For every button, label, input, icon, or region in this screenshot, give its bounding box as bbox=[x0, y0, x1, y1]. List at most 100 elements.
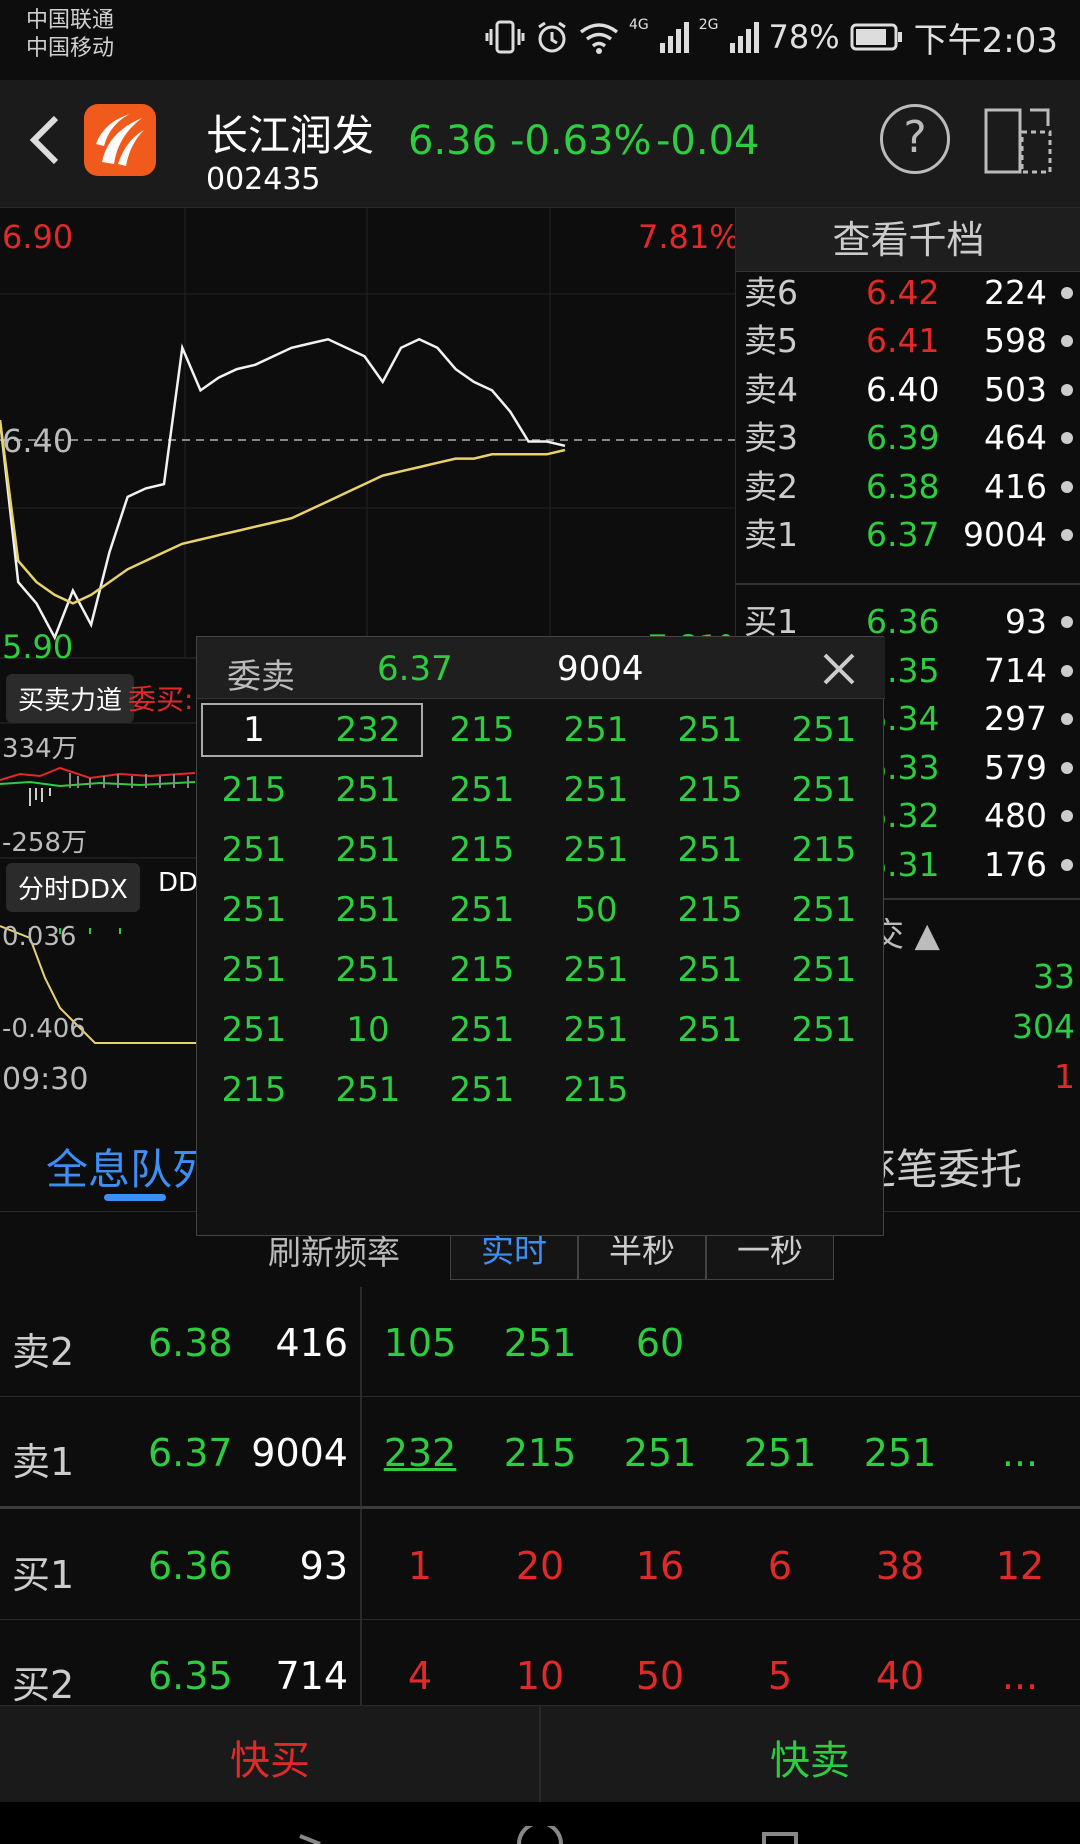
queue-order[interactable]: 6 bbox=[720, 1544, 840, 1588]
popup-order-cell[interactable]: 251 bbox=[653, 1003, 767, 1057]
popup-order-cell[interactable]: 251 bbox=[539, 703, 653, 757]
orderbook-row[interactable]: 卖1 6.37 9004 bbox=[736, 511, 1080, 559]
change-amount: -0.04 bbox=[656, 118, 760, 164]
queue-price: 6.38 bbox=[148, 1321, 233, 1365]
queue-order[interactable]: 10 bbox=[480, 1654, 600, 1698]
queue-order[interactable]: 16 bbox=[600, 1544, 720, 1588]
popup-order-cell[interactable]: 215 bbox=[425, 943, 539, 997]
queue-order[interactable]: 1 bbox=[360, 1544, 480, 1588]
power-indicator-button[interactable]: 买卖力道 bbox=[6, 674, 135, 723]
popup-order-cell[interactable]: 232 bbox=[311, 703, 425, 757]
popup-order-cell[interactable]: 251 bbox=[767, 1003, 881, 1057]
orderbook-row[interactable]: 卖4 6.40 503 bbox=[736, 366, 1080, 414]
queue-row[interactable]: 卖2 6.38 416 105 251 60 bbox=[0, 1287, 1080, 1397]
popup-order-cell[interactable]: 251 bbox=[539, 763, 653, 817]
popup-order-cell[interactable]: 215 bbox=[653, 883, 767, 937]
queue-order[interactable]: 12 bbox=[960, 1544, 1080, 1588]
popup-order-cell[interactable]: 251 bbox=[425, 763, 539, 817]
popup-order-cell[interactable]: 215 bbox=[197, 1063, 311, 1117]
popup-order-cell[interactable]: 251 bbox=[311, 883, 425, 937]
queue-row[interactable]: 卖1 6.37 9004 232 215 251 251 251... bbox=[0, 1397, 1080, 1507]
queue-order[interactable]: 215 bbox=[480, 1431, 600, 1475]
dot-icon bbox=[1061, 810, 1073, 822]
popup-order-cell[interactable]: 215 bbox=[425, 823, 539, 877]
popup-order-cell[interactable]: 215 bbox=[539, 1063, 653, 1117]
popup-order-cell[interactable]: 251 bbox=[767, 703, 881, 757]
quick-sell-button[interactable]: 快卖 bbox=[540, 1728, 1080, 1786]
popup-order-cell[interactable]: 10 bbox=[311, 1003, 425, 1057]
popup-order-cell[interactable]: 251 bbox=[653, 943, 767, 997]
popup-order-cell[interactable]: 251 bbox=[425, 883, 539, 937]
close-icon[interactable] bbox=[817, 647, 861, 691]
queue-order[interactable]: 251 bbox=[480, 1321, 600, 1365]
nav-home-icon[interactable] bbox=[515, 1826, 565, 1844]
popup-order-cell[interactable]: 251 bbox=[539, 1003, 653, 1057]
popup-order-cell[interactable]: 251 bbox=[653, 703, 767, 757]
queue-order[interactable]: 251 bbox=[720, 1431, 840, 1475]
popup-order-cell[interactable]: 251 bbox=[311, 1063, 425, 1117]
nav-recents-icon[interactable] bbox=[760, 1830, 800, 1844]
orderbook-row[interactable]: 卖6 6.42 224 bbox=[736, 269, 1080, 317]
nav-back-icon[interactable] bbox=[290, 1830, 330, 1844]
queue-order[interactable]: 38 bbox=[840, 1544, 960, 1588]
popup-order-cell[interactable]: 251 bbox=[539, 943, 653, 997]
view-depth-button[interactable]: 查看千档 bbox=[736, 208, 1080, 272]
help-icon[interactable]: ? bbox=[880, 104, 950, 174]
popup-order-cell[interactable]: 251 bbox=[425, 1063, 539, 1117]
popup-order-cell[interactable]: 251 bbox=[653, 823, 767, 877]
trade-volume: 33 bbox=[1033, 957, 1075, 996]
orderbook-row[interactable]: 卖2 6.38 416 bbox=[736, 463, 1080, 511]
queue-order[interactable]: 5 bbox=[720, 1654, 840, 1698]
popup-order-cell[interactable]: 251 bbox=[197, 883, 311, 937]
popup-order-cell[interactable]: 215 bbox=[767, 823, 881, 877]
popup-order-cell[interactable]: 251 bbox=[197, 943, 311, 997]
orderbook-level-label: 卖4 bbox=[744, 369, 798, 409]
queue-order[interactable]: 4 bbox=[360, 1654, 480, 1698]
signal-icon-2 bbox=[729, 22, 759, 53]
popup-order-cell[interactable]: 251 bbox=[311, 823, 425, 877]
orderbook-price: 6.42 bbox=[866, 272, 940, 312]
quick-buy-button[interactable]: 快买 bbox=[0, 1728, 540, 1786]
queue-order[interactable]: 40 bbox=[840, 1654, 960, 1698]
popup-order-cell[interactable]: 215 bbox=[653, 763, 767, 817]
orderbook-volume: 93 bbox=[1005, 602, 1047, 641]
current-price: 6.36 bbox=[408, 118, 498, 164]
queue-order[interactable]: 251 bbox=[600, 1431, 720, 1475]
popup-order-cell[interactable]: 251 bbox=[767, 943, 881, 997]
status-icons: 4G 2G 78% 下午2:03 bbox=[485, 14, 1058, 61]
orderbook-row[interactable]: 卖5 6.41 598 bbox=[736, 317, 1080, 365]
queue-order[interactable]: 105 bbox=[360, 1321, 480, 1365]
popup-order-cell[interactable]: 251 bbox=[311, 943, 425, 997]
popup-order-cell[interactable]: 251 bbox=[539, 823, 653, 877]
status-bar: 中国联通 中国移动 4G 2G 78% 下午2:03 bbox=[0, 0, 1080, 80]
orderbook-price: 6.41 bbox=[866, 321, 940, 360]
popup-order-cell[interactable]: 251 bbox=[197, 1003, 311, 1057]
queue-order[interactable]: 60 bbox=[600, 1321, 720, 1365]
queue-row[interactable]: 买1 6.36 93 1 20 16 6 38 12 bbox=[0, 1510, 1080, 1620]
back-arrow-icon[interactable] bbox=[24, 110, 64, 170]
queue-order[interactable]: 251 bbox=[840, 1431, 960, 1475]
queue-price: 6.36 bbox=[148, 1544, 233, 1588]
popup-order-cell[interactable]: 251 bbox=[311, 763, 425, 817]
tab-full-queue[interactable]: 全息队列 bbox=[46, 1136, 214, 1197]
orderbook-row[interactable]: 卖3 6.39 464 bbox=[736, 414, 1080, 462]
queue-order[interactable]: 50 bbox=[600, 1654, 720, 1698]
battery-percent: 78% bbox=[768, 18, 840, 56]
popup-order-cell[interactable]: 1 bbox=[197, 703, 311, 757]
popup-order-cell[interactable]: 251 bbox=[197, 823, 311, 877]
queue-order[interactable]: ... bbox=[960, 1431, 1080, 1475]
queue-volume: 714 bbox=[275, 1654, 348, 1698]
popup-order-cell[interactable]: 50 bbox=[539, 883, 653, 937]
popup-order-cell[interactable]: 251 bbox=[425, 1003, 539, 1057]
popup-order-cell[interactable]: 251 bbox=[767, 883, 881, 937]
popup-order-cell[interactable]: 215 bbox=[425, 703, 539, 757]
trade-volume: 1 bbox=[1054, 1057, 1075, 1096]
ddx-indicator-button[interactable]: 分时DDX bbox=[6, 863, 140, 912]
queue-order[interactable]: 20 bbox=[480, 1544, 600, 1588]
orderbook-volume: 503 bbox=[984, 369, 1047, 409]
queue-order[interactable]: 232 bbox=[360, 1431, 480, 1475]
popup-order-cell[interactable]: 215 bbox=[197, 763, 311, 817]
queue-order[interactable]: ... bbox=[960, 1654, 1080, 1698]
switch-layout-icon[interactable] bbox=[984, 106, 1054, 176]
popup-order-cell[interactable]: 251 bbox=[767, 763, 881, 817]
